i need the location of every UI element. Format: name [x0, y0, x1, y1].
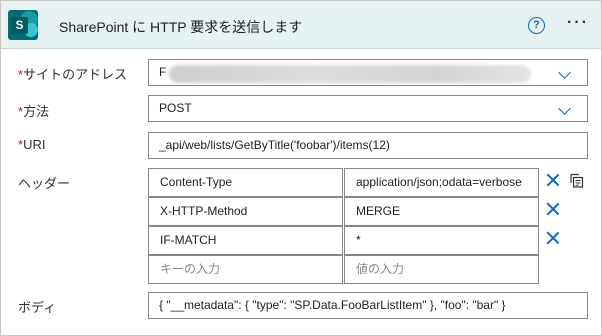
header-key-placeholder[interactable]: キーの入力: [148, 255, 343, 284]
method-label-text: 方法: [23, 104, 50, 119]
action-title[interactable]: SharePoint に HTTP 要求を送信します: [59, 17, 302, 37]
delete-row-icon[interactable]: [546, 173, 560, 187]
help-icon[interactable]: ?: [528, 17, 545, 34]
site-address-chevron[interactable]: [539, 60, 587, 85]
logo-letter: S: [15, 18, 24, 32]
site-address-value: F: [159, 65, 167, 79]
header-key-input[interactable]: Content-Type: [148, 168, 343, 197]
delete-row-icon[interactable]: [546, 202, 560, 216]
sharepoint-logo-icon: S: [8, 10, 38, 40]
action-header[interactable]: S SharePoint に HTTP 要求を送信します ? ···: [1, 1, 601, 49]
header-key-input[interactable]: IF-MATCH: [148, 226, 343, 255]
header-key-input[interactable]: X-HTTP-Method: [148, 197, 343, 226]
more-options-icon[interactable]: ···: [567, 15, 589, 31]
method-dropdown[interactable]: POST: [148, 95, 588, 122]
site-address-label-text: サイトのアドレス: [23, 67, 128, 82]
chevron-down-icon: [558, 102, 571, 115]
site-address-dropdown[interactable]: F: [148, 59, 588, 86]
header-value-input[interactable]: *: [344, 226, 539, 255]
uri-label: *URI: [18, 137, 45, 152]
method-label: *方法: [18, 101, 49, 120]
headers-label: ヘッダー: [18, 176, 71, 191]
uri-label-text: URI: [23, 137, 46, 152]
site-address-label: *サイトのアドレス: [18, 64, 127, 83]
delete-row-icon[interactable]: [546, 231, 560, 245]
method-chevron[interactable]: [539, 96, 587, 121]
body-label: ボディ: [18, 300, 57, 315]
header-value-input[interactable]: MERGE: [344, 197, 539, 226]
chevron-down-icon: [558, 66, 571, 79]
switch-to-text-mode-icon[interactable]: [570, 173, 584, 188]
header-value-input[interactable]: application/json;odata=verbose: [344, 168, 539, 197]
action-card: S SharePoint に HTTP 要求を送信します ? ··· *サイトの…: [0, 0, 602, 336]
header-value-placeholder[interactable]: 値の入力: [344, 255, 539, 284]
body-input[interactable]: { "__metadata": { "type": "SP.Data.FooBa…: [148, 292, 588, 319]
method-value: POST: [159, 101, 192, 115]
redaction-blur: [169, 65, 531, 83]
uri-input[interactable]: _api/web/lists/GetByTitle('foobar')/item…: [148, 132, 588, 159]
